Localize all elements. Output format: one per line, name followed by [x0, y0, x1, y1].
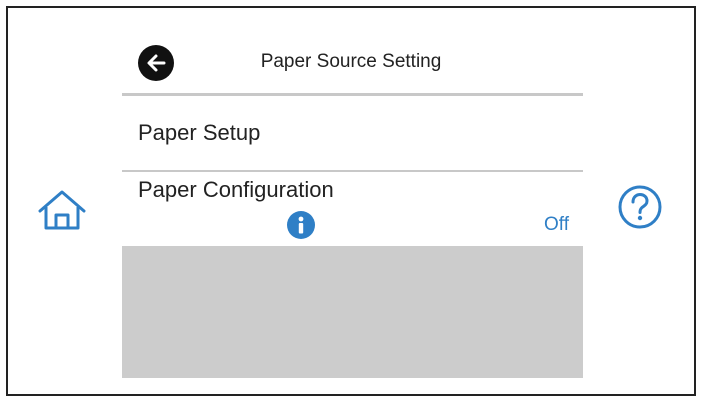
setting-value: Off	[544, 214, 569, 235]
menu-item-paper-setup[interactable]: Paper Setup	[122, 96, 583, 170]
question-circle-icon	[618, 185, 662, 229]
arrow-left-icon	[147, 54, 166, 72]
home-icon	[38, 190, 86, 230]
back-button[interactable]	[138, 45, 174, 81]
help-button[interactable]	[614, 181, 666, 233]
menu-item-paper-configuration[interactable]: Paper Configuration Off	[122, 172, 583, 244]
home-button[interactable]	[30, 184, 94, 236]
menu-item-label: Paper Setup	[138, 120, 261, 145]
page-title: Paper Source Setting	[260, 51, 442, 72]
menu-item-label: Paper Configuration	[138, 177, 334, 202]
empty-panel	[122, 246, 583, 378]
info-icon[interactable]	[287, 211, 315, 239]
